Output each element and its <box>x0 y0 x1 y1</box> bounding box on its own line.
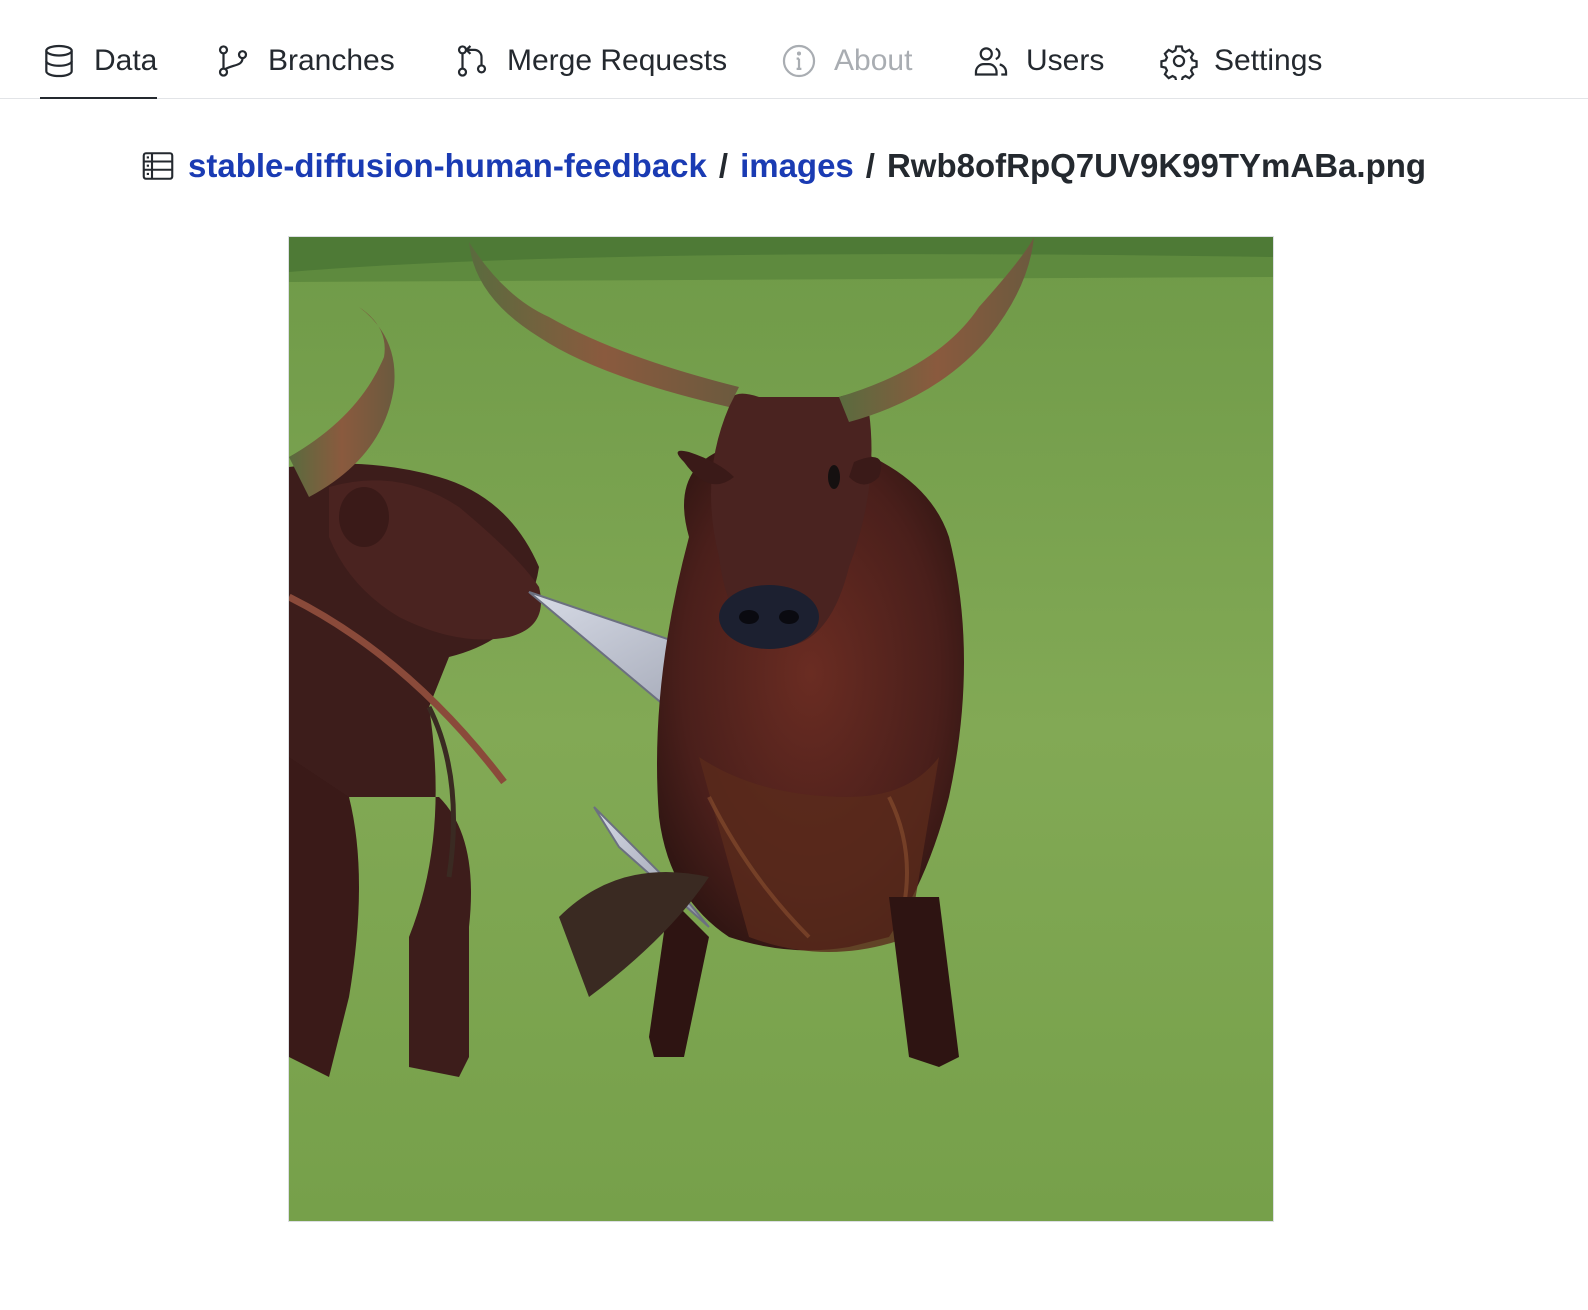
top-nav: Data Branches Merge Requests About Users… <box>0 0 1588 99</box>
tab-branches[interactable]: Branches <box>214 40 395 99</box>
git-branch-icon <box>214 42 252 80</box>
gear-icon <box>1160 42 1198 80</box>
tab-users-label: Users <box>1026 44 1105 77</box>
tab-data[interactable]: Data <box>40 40 158 99</box>
tab-branches-label: Branches <box>268 44 395 77</box>
breadcrumb-separator: / <box>718 147 729 184</box>
image-preview <box>288 236 1274 1222</box>
git-merge-request-icon <box>453 42 491 80</box>
breadcrumb-current-file: Rwb8ofRpQ7UV9K99TYmABa.png <box>886 147 1427 184</box>
users-icon <box>972 42 1010 80</box>
tab-merge-requests-label: Merge Requests <box>507 44 728 77</box>
breadcrumb-repo-link[interactable]: stable-diffusion-human-feedback <box>188 147 707 185</box>
breadcrumb: stable-diffusion-human-feedback / images… <box>140 142 1426 190</box>
table-icon <box>140 148 176 184</box>
breadcrumb-separator: / <box>865 147 875 184</box>
database-icon <box>40 42 78 80</box>
tab-about: About <box>780 40 912 99</box>
breadcrumb-folder-link[interactable]: images <box>740 147 854 185</box>
tab-about-label: About <box>834 44 913 77</box>
cattle-image <box>289 237 1273 1221</box>
tab-data-label: Data <box>94 44 158 77</box>
info-icon <box>780 42 818 80</box>
tab-users[interactable]: Users <box>972 40 1104 99</box>
tab-merge-requests[interactable]: Merge Requests <box>453 40 727 99</box>
tab-settings[interactable]: Settings <box>1160 40 1322 99</box>
tab-settings-label: Settings <box>1214 44 1323 77</box>
